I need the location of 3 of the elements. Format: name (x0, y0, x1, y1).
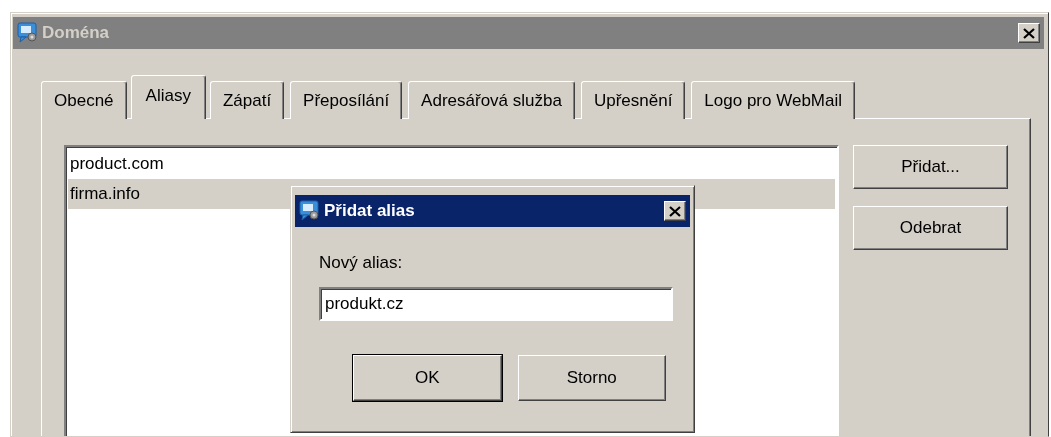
dialog-title: Přidat alias (324, 201, 416, 221)
window-title: Doména (42, 23, 111, 43)
field-label: Nový alias: (319, 253, 404, 273)
